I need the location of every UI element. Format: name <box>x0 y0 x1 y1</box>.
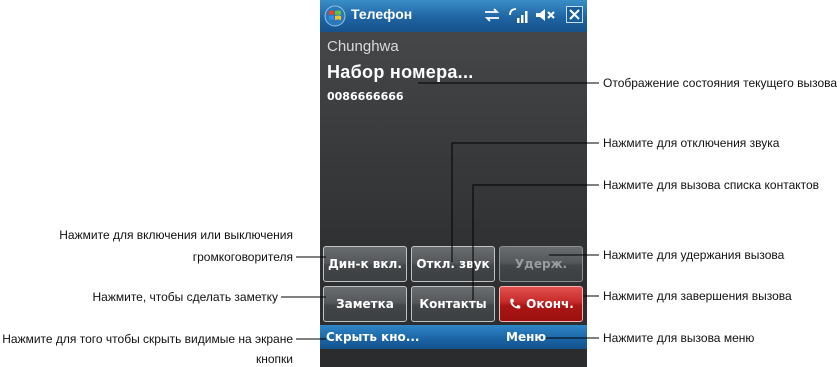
carrier-name: Chunghwa <box>327 38 399 55</box>
softkey-left[interactable]: Скрыть кно... <box>326 330 419 344</box>
call-status: Набор номера... <box>327 62 474 82</box>
phone-handset-icon <box>510 298 521 309</box>
connectivity-icon[interactable] <box>482 6 502 24</box>
mute-button[interactable]: Откл. звук <box>411 246 495 282</box>
callout-status: Отображение состояния текущего вызова <box>603 76 838 90</box>
title-bar: Телефон <box>320 0 587 32</box>
windows-start-icon[interactable] <box>324 5 346 27</box>
callout-end: Нажмите для завершения вызова <box>603 289 792 303</box>
close-button[interactable] <box>566 6 583 23</box>
dialed-number: 0086666666 <box>327 90 404 103</box>
softkey-menu[interactable]: Меню <box>506 330 546 344</box>
app-title: Телефон <box>351 6 413 22</box>
callout-hide-line1: Нажмите для того чтобы скрыть видимые на… <box>2 332 293 346</box>
end-call-label: Оконч. <box>526 297 574 311</box>
callout-mute: Нажмите для отключения звука <box>603 136 780 150</box>
close-icon <box>569 9 580 20</box>
contacts-button[interactable]: Контакты <box>411 286 495 322</box>
hold-button[interactable]: Удерж. <box>499 246 583 282</box>
callout-hide-line2: кнопки <box>255 352 293 366</box>
softkey-bar: Скрыть кно... Меню <box>320 325 587 349</box>
callout-speaker-line1: Нажмите для включения или выключения <box>59 228 293 242</box>
signal-icon[interactable] <box>508 6 530 24</box>
speaker-button[interactable]: Дин-к вкл. <box>323 246 407 282</box>
callout-menu: Нажмите для вызова меню <box>603 331 755 345</box>
volume-muted-icon[interactable] <box>534 6 558 24</box>
phone-screen: Телефон Chunghwa Набор номера... 0086666… <box>320 0 587 367</box>
callout-speaker-line2: громкоговорителя <box>192 250 293 264</box>
note-button[interactable]: Заметка <box>323 286 407 322</box>
callout-contacts: Нажмите для вызова списка контактов <box>603 178 820 192</box>
callout-hold: Нажмите для удержания вызова <box>603 248 785 262</box>
end-call-button[interactable]: Оконч. <box>499 286 583 322</box>
callout-note: Нажмите, чтобы сделать заметку <box>92 290 279 304</box>
